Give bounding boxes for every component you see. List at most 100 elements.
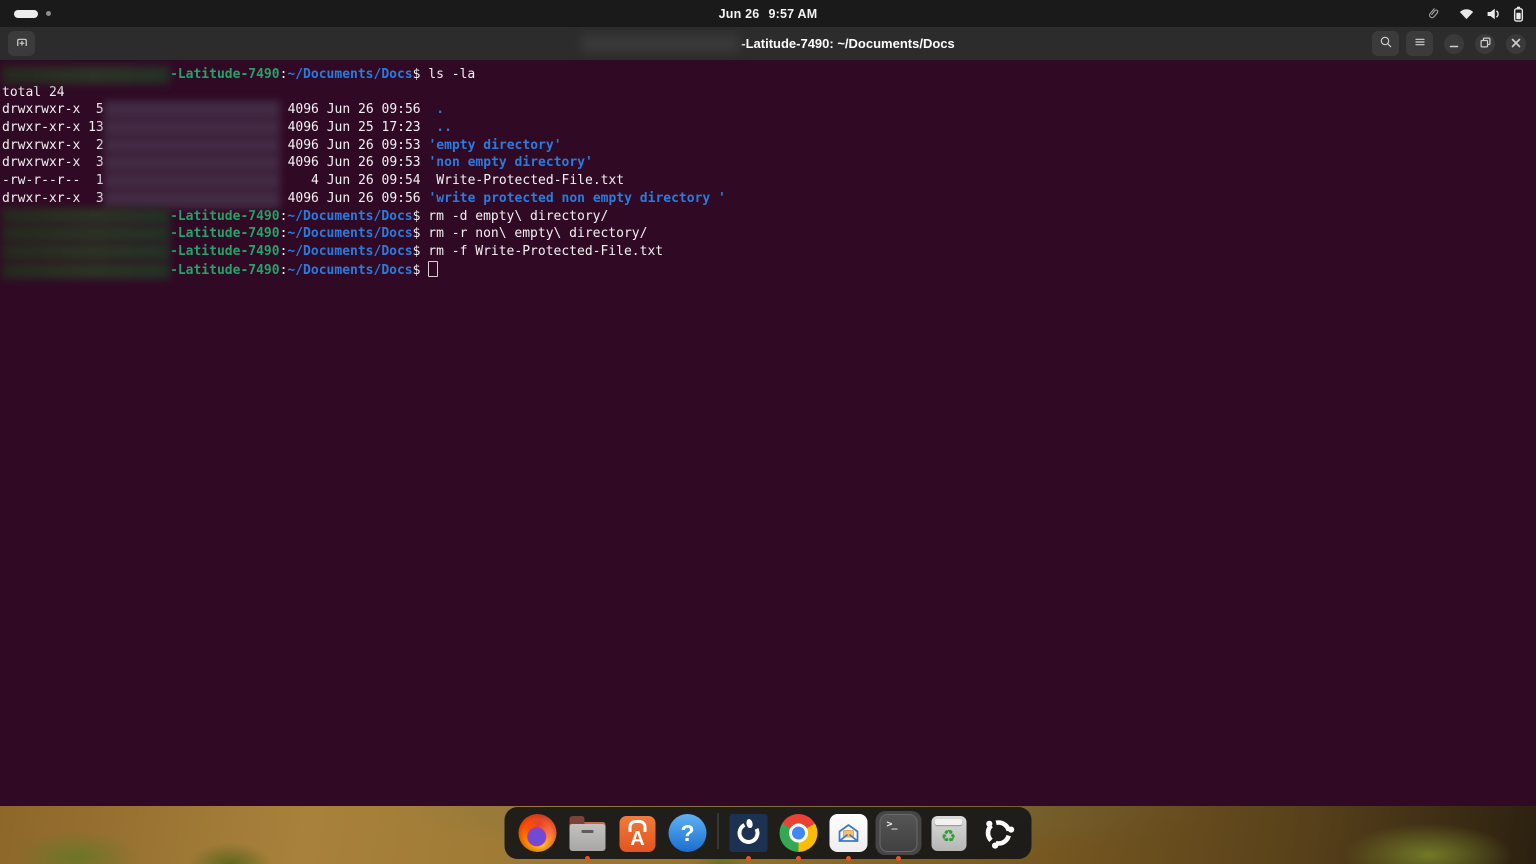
- workspace-active-pill: [14, 10, 38, 18]
- workspace-indicator[interactable]: [14, 10, 51, 18]
- terminal-icon: >_: [880, 814, 918, 852]
- wifi-icon: [1458, 7, 1475, 20]
- ls-output-row: drwxr-xr-x 3 4096 Jun 26 09:56 'write pr…: [2, 190, 1536, 208]
- dock-item-mattermost[interactable]: [726, 811, 772, 855]
- running-indicator: [846, 856, 851, 861]
- dock-item-show-apps[interactable]: [976, 811, 1022, 855]
- ls-output-row: drwxrwxr-x 5 4096 Jun 26 09:56 .: [2, 101, 1536, 119]
- trash-icon: ♻: [931, 816, 966, 851]
- redacted-user-host: [2, 66, 170, 84]
- dock-item-trash[interactable]: ♻: [926, 811, 972, 855]
- prompt-host: -Latitude-7490: [170, 67, 280, 82]
- prompt-host: -Latitude-7490: [170, 244, 280, 259]
- volume-icon: [1486, 7, 1502, 21]
- paperclip-icon: [1426, 6, 1441, 21]
- system-status-area[interactable]: [1426, 6, 1524, 22]
- dock-item-files[interactable]: [565, 811, 611, 855]
- dock-item-chrome[interactable]: [776, 811, 822, 855]
- terminal-line-prompt: -Latitude-7490:~/Documents/Docs$ rm -f W…: [2, 243, 1536, 261]
- terminal-content[interactable]: -Latitude-7490:~/Documents/Docs$ ls -la …: [0, 60, 1536, 806]
- ls-size-date: 4 Jun 26 09:54: [280, 173, 421, 188]
- window-title-text: -Latitude-7490: ~/Documents/Docs: [741, 36, 954, 51]
- app-center-letter: A: [630, 829, 644, 849]
- ls-size-date: 4096 Jun 25 17:23: [280, 120, 421, 135]
- ubuntu-logo-icon: [980, 814, 1018, 852]
- dock-item-terminal[interactable]: >_: [876, 811, 922, 855]
- ls-perms: drwxrwxr-x 3: [2, 155, 104, 170]
- dock: A ? >_ ♻: [505, 807, 1032, 859]
- prompt-path: ~/Documents/Docs: [287, 209, 412, 224]
- dock-item-firefox[interactable]: [515, 811, 561, 855]
- minimize-button[interactable]: [1444, 34, 1464, 54]
- running-indicator: [896, 856, 901, 861]
- redacted-owner-group: [104, 172, 280, 190]
- dock-separator: [718, 813, 719, 849]
- dock-item-help[interactable]: ?: [665, 811, 711, 855]
- ls-perms: -rw-r--r-- 1: [2, 173, 104, 188]
- redacted-user-host: [2, 243, 170, 261]
- prompt-path: ~/Documents/Docs: [287, 67, 412, 82]
- terminal-line-prompt-current: -Latitude-7490:~/Documents/Docs$: [2, 261, 1536, 279]
- prompt-path: ~/Documents/Docs: [287, 226, 412, 241]
- window-title: -Latitude-7490: ~/Documents/Docs: [581, 35, 954, 52]
- dock-item-mail[interactable]: [826, 811, 872, 855]
- files-icon: [570, 822, 606, 851]
- new-tab-button[interactable]: [8, 31, 35, 56]
- ls-perms: drwxrwxr-x 2: [2, 138, 104, 153]
- redacted-user-host: [2, 225, 170, 243]
- ls-total: total 24: [2, 85, 65, 100]
- chrome-icon: [780, 814, 818, 852]
- ls-size-date: 4096 Jun 26 09:53: [280, 155, 421, 170]
- ls-perms: drwxr-xr-x 13: [2, 120, 104, 135]
- ls-output-row: drwxr-xr-x 13 4096 Jun 25 17:23 ..: [2, 119, 1536, 137]
- search-icon: [1378, 34, 1394, 53]
- command-ls: ls -la: [420, 67, 475, 82]
- desktop: Jun 26 9:57 AM -Latitude-7490: ~/Documen…: [0, 0, 1536, 864]
- hamburger-menu-icon: [1412, 34, 1428, 53]
- clock-date: Jun 26: [719, 7, 760, 21]
- new-tab-icon: [13, 34, 31, 54]
- redacted-user-host: [2, 208, 170, 226]
- ls-output-row: -rw-r--r-- 1 4 Jun 26 09:54 Write-Protec…: [2, 172, 1536, 190]
- command-rm-d: rm -d empty\ directory/: [420, 209, 608, 224]
- terminal-prompt-glyph: >_: [887, 819, 897, 830]
- battery-icon: [1513, 6, 1524, 22]
- redacted-user-host: [2, 262, 170, 280]
- ls-entry-name: 'write protected non empty directory ': [421, 191, 726, 206]
- terminal-line-total: total 24: [2, 84, 1536, 102]
- redacted-owner-group: [104, 190, 280, 208]
- terminal-line-prompt: -Latitude-7490:~/Documents/Docs$ rm -r n…: [2, 225, 1536, 243]
- redacted-owner-group: [104, 101, 280, 119]
- dock-item-app-center[interactable]: A: [615, 811, 661, 855]
- firefox-icon: [519, 814, 557, 852]
- menu-button[interactable]: [1406, 31, 1433, 56]
- terminal-line-prompt: -Latitude-7490:~/Documents/Docs$ ls -la: [2, 66, 1536, 84]
- redacted-hostname-prefix: [581, 35, 739, 52]
- clock[interactable]: Jun 26 9:57 AM: [719, 7, 818, 21]
- ls-output-row: drwxrwxr-x 3 4096 Jun 26 09:53 'non empt…: [2, 154, 1536, 172]
- redacted-owner-group: [104, 154, 280, 172]
- help-question-glyph: ?: [680, 820, 694, 847]
- workspace-dot: [46, 11, 51, 16]
- close-icon: [1511, 36, 1521, 51]
- ls-size-date: 4096 Jun 26 09:56: [280, 191, 421, 206]
- clock-time: 9:57 AM: [768, 7, 817, 21]
- recycle-icon: ♻: [941, 827, 956, 847]
- prompt-host: -Latitude-7490: [170, 263, 280, 278]
- prompt-host: -Latitude-7490: [170, 226, 280, 241]
- command-rm-r: rm -r non\ empty\ directory/: [420, 226, 647, 241]
- command-rm-f: rm -f Write-Protected-File.txt: [420, 244, 663, 259]
- headerbar-controls: [1365, 31, 1526, 56]
- ls-output-row: drwxrwxr-x 2 4096 Jun 26 09:53 'empty di…: [2, 137, 1536, 155]
- ls-size-date: 4096 Jun 26 09:56: [280, 102, 421, 117]
- minimize-icon: [1449, 36, 1459, 51]
- ls-perms: drwxrwxr-x 5: [2, 102, 104, 117]
- search-button[interactable]: [1372, 31, 1399, 56]
- prompt-path: ~/Documents/Docs: [287, 244, 412, 259]
- prompt-path: ~/Documents/Docs: [287, 263, 412, 278]
- prompt-space: [420, 263, 428, 278]
- ls-entry-name: 'non empty directory': [421, 155, 593, 170]
- restore-button[interactable]: [1475, 34, 1495, 54]
- terminal-headerbar: -Latitude-7490: ~/Documents/Docs: [0, 27, 1536, 60]
- close-button[interactable]: [1506, 34, 1526, 54]
